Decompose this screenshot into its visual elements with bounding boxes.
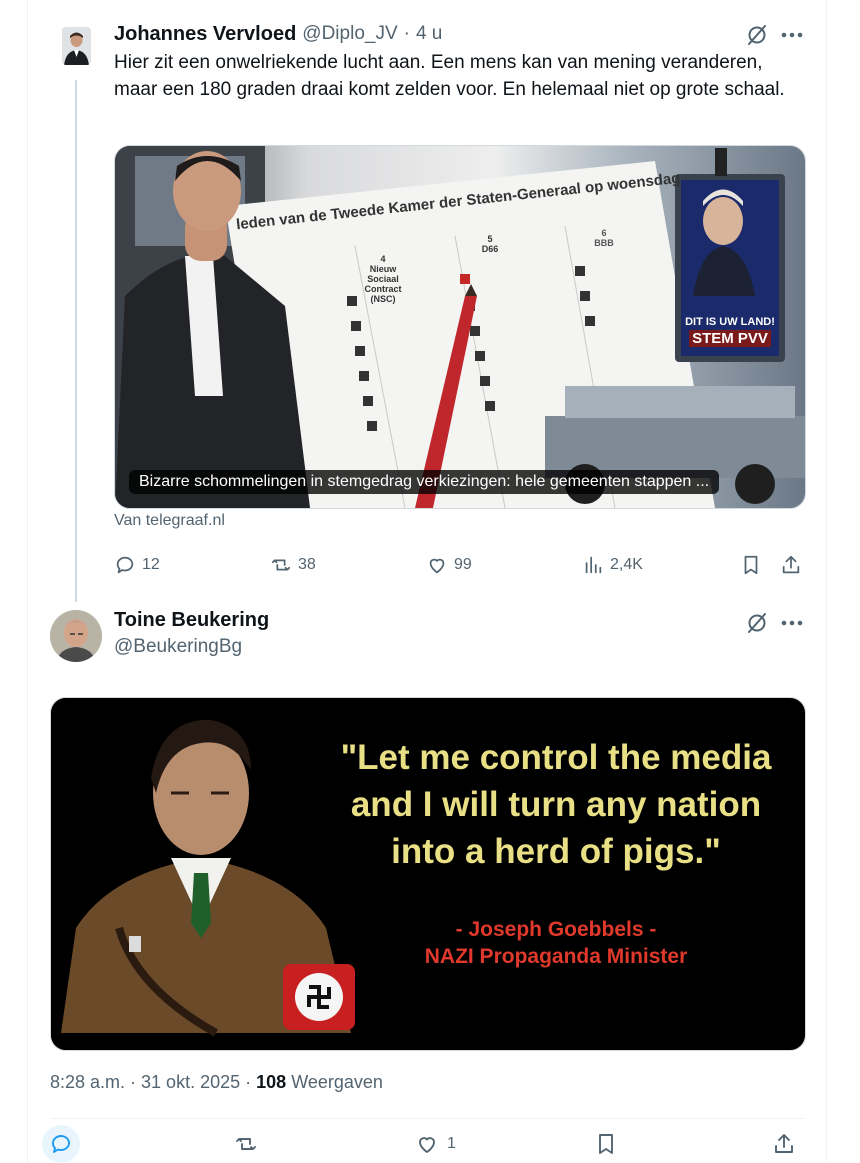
views-label: Weergaven xyxy=(291,1072,383,1092)
tweet-time[interactable]: 4 u xyxy=(416,23,442,45)
quote-line-2: and I will turn any nation xyxy=(350,785,762,824)
author-handle[interactable]: @Diplo_JV xyxy=(302,23,397,45)
card-image-col4-name: Nieuw Sociaal Contract (NSC) xyxy=(364,264,402,304)
card-image-col6-num: 6 xyxy=(601,228,607,238)
card-image-billboard-line1: DIT IS UW LAND! xyxy=(685,316,775,328)
views-count: 2,4K xyxy=(610,556,643,573)
reply-icon xyxy=(116,556,134,574)
header-separator: · xyxy=(403,23,410,44)
repost-icon xyxy=(271,559,291,571)
avatar[interactable] xyxy=(50,610,102,662)
avatar[interactable] xyxy=(62,27,91,65)
tweet-timestamp[interactable]: 8:28 a.m. · 31 okt. 2025 · xyxy=(50,1072,251,1092)
bookmark-button[interactable] xyxy=(740,550,762,580)
grok-icon[interactable] xyxy=(744,610,770,636)
like-button[interactable]: 99 xyxy=(426,550,472,580)
grok-icon[interactable] xyxy=(744,22,770,48)
thread-connector-line xyxy=(75,80,77,602)
reply-button[interactable]: 12 xyxy=(114,550,160,580)
link-card-caption[interactable]: Bizarre schommelingen in stemgedrag verk… xyxy=(129,470,720,494)
divider xyxy=(50,1118,804,1119)
more-icon[interactable] xyxy=(779,610,805,636)
column-border-left xyxy=(27,0,28,1162)
card-image-col5-num: 5 xyxy=(487,234,493,244)
repost-count: 38 xyxy=(298,556,316,573)
views-count: 108 xyxy=(256,1072,287,1092)
card-image-billboard-line2: STEM PVV xyxy=(689,330,771,347)
repost-icon xyxy=(236,1138,256,1150)
share-button[interactable] xyxy=(772,1126,796,1162)
quote-line-3: into a herd of pigs." xyxy=(391,832,721,871)
like-icon xyxy=(429,558,445,574)
reply-button[interactable] xyxy=(42,1125,80,1163)
author-name[interactable]: Johannes Vervloed xyxy=(114,23,296,46)
bookmark-icon xyxy=(599,1134,613,1154)
views-button[interactable]: 2,4K xyxy=(582,550,643,580)
like-icon xyxy=(419,1137,435,1153)
parent-tweet-actions: 12 38 99 2,4K xyxy=(114,550,806,580)
card-image-col4: 4 Nieuw Sociaal Contract (NSC) xyxy=(353,254,413,304)
card-image-col5-name: D66 xyxy=(481,244,499,254)
like-count: 1 xyxy=(447,1135,456,1152)
column-border-right xyxy=(826,0,827,1162)
bookmark-icon xyxy=(744,555,758,575)
card-image-col6: 6 BBB xyxy=(589,228,619,248)
card-image-billboard-text: DIT IS UW LAND! STEM PVV xyxy=(683,316,777,347)
quote-line-1: "Let me control the media xyxy=(340,738,772,777)
reply-icon xyxy=(42,1125,80,1163)
quote-attribution-2: NAZI Propaganda Minister xyxy=(424,945,688,968)
share-button[interactable] xyxy=(780,550,802,580)
like-count: 99 xyxy=(454,556,472,573)
author-handle[interactable]: @BeukeringBg xyxy=(114,636,242,658)
like-button[interactable]: 1 xyxy=(415,1126,456,1162)
share-icon xyxy=(775,1134,793,1153)
views-icon xyxy=(585,556,602,574)
tweet-text: Hier zit een onwelriekende lucht aan. Ee… xyxy=(114,52,785,100)
card-image-col4-num: 4 xyxy=(380,254,386,264)
card-image-col5: 5 D66 xyxy=(475,234,505,254)
reply-count: 12 xyxy=(142,556,160,573)
tweet-meta: 8:28 a.m. · 31 okt. 2025 · 108 Weergaven xyxy=(50,1072,383,1093)
author-name[interactable]: Toine Beukering xyxy=(114,609,269,632)
share-icon xyxy=(782,555,800,574)
parent-tweet-header: Johannes Vervloed @Diplo_JV · 4 u xyxy=(114,21,442,47)
more-icon[interactable] xyxy=(779,22,805,48)
link-card[interactable]: leden van de Tweede Kamer der Staten-Gen… xyxy=(114,145,806,509)
tweet-image[interactable]: "Let me control the media and I will tur… xyxy=(50,697,806,1051)
repost-button[interactable] xyxy=(234,1126,258,1162)
main-tweet-actions: 1 xyxy=(42,1125,804,1163)
quote-attribution-1: - Joseph Goebbels - xyxy=(455,918,657,941)
link-source[interactable]: Van telegraaf.nl xyxy=(114,512,225,530)
repost-button[interactable]: 38 xyxy=(270,550,316,580)
bookmark-button[interactable] xyxy=(594,1126,618,1162)
card-image-col6-name: BBB xyxy=(594,238,614,248)
